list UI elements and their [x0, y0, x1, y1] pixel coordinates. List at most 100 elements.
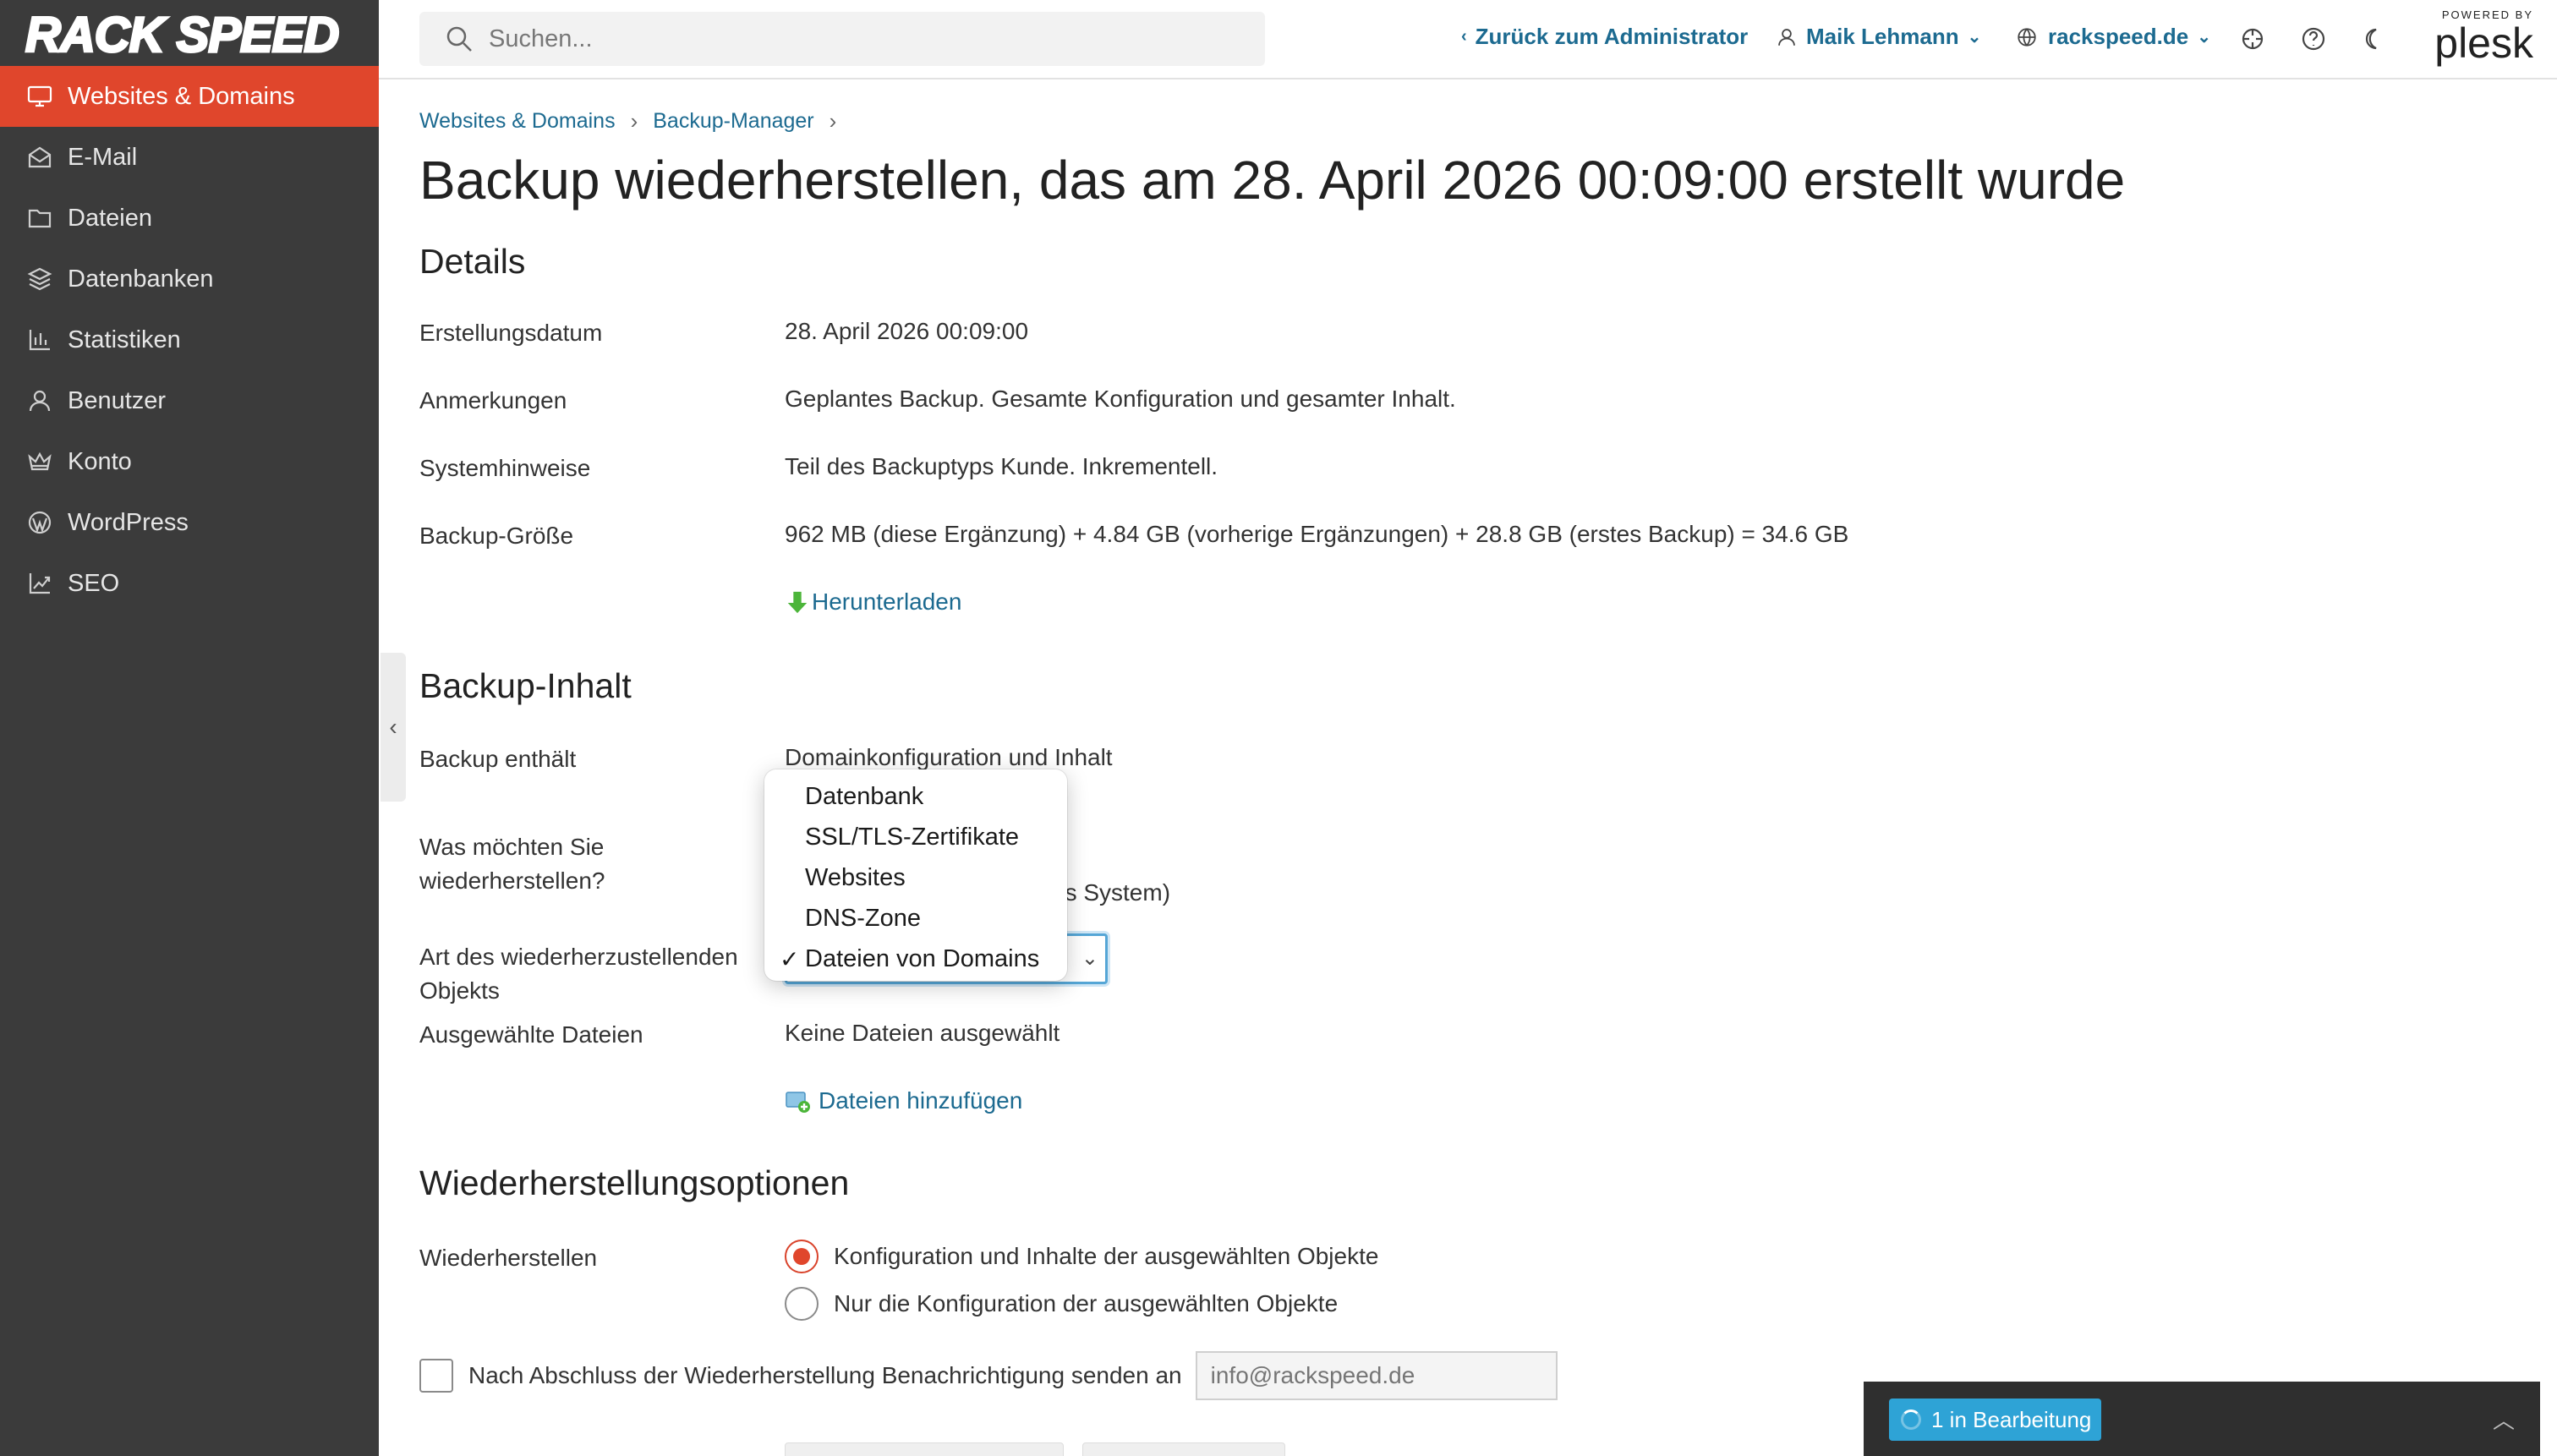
chevron-left-icon: ‹: [1461, 27, 1467, 46]
mail-icon: [25, 143, 54, 172]
folder-icon: [25, 204, 54, 233]
chevron-right-icon: ›: [829, 108, 837, 134]
options-section-title: Wiederherstellungsoptionen: [419, 1163, 850, 1202]
download-link[interactable]: Herunterladen: [785, 585, 961, 619]
seo-chart-icon: [25, 569, 54, 598]
sidebar-item-konto[interactable]: Konto: [0, 431, 379, 492]
sidebar-item-label: Dateien: [68, 204, 152, 232]
sidebar-item-dateien[interactable]: Dateien: [0, 188, 379, 249]
dropdown-option-websites[interactable]: Websites: [764, 857, 1067, 898]
sidebar-item-label: SEO: [68, 569, 120, 597]
breadcrumb-websites-domains[interactable]: Websites & Domains: [419, 109, 616, 134]
add-files-label: Dateien hinzufügen: [819, 1087, 1023, 1114]
spinner-icon: [1901, 1409, 1921, 1430]
dropdown-option-dns-zone[interactable]: DNS-Zone: [764, 898, 1067, 939]
restore-label: Wiederherstellen: [419, 1245, 598, 1271]
selected-files-value: Keine Dateien ausgewählt: [785, 1020, 1060, 1046]
chevron-right-icon: ›: [630, 108, 638, 134]
page-title: Backup wiederherstellen, das am 28. Apri…: [419, 150, 2126, 211]
dropdown-option-label: Datenbank: [805, 782, 924, 810]
details-section-title: Details: [419, 242, 526, 281]
tasks-in-progress-badge[interactable]: 1 in Bearbeitung: [1889, 1399, 2102, 1441]
object-type-dropdown: Datenbank SSL/TLS-Zertifikate Websites D…: [764, 769, 1067, 981]
dropdown-option-dateien-von-domains[interactable]: ✓ Dateien von Domains: [764, 939, 1067, 979]
chevron-down-icon: ⌄: [1081, 947, 1098, 970]
globe-icon: [2018, 27, 2036, 47]
sidebar-item-datenbanken[interactable]: Datenbanken: [0, 249, 379, 309]
radio-selected[interactable]: [785, 1240, 819, 1273]
restore-config-only-option[interactable]: Nur die Konfiguration der ausgewählten O…: [785, 1287, 1338, 1321]
sidebar-item-label: WordPress: [68, 508, 189, 536]
restore-what-label-line1: Was möchten Sie: [419, 834, 605, 860]
user-name: Maik Lehmann: [1806, 24, 1959, 49]
restore-button[interactable]: [785, 1442, 1064, 1456]
notes-value: Geplantes Backup. Gesamte Konfiguration …: [785, 386, 1456, 412]
logo-text: RACK SPEED: [24, 7, 340, 63]
created-value: 28. April 2026 00:09:00: [785, 318, 1029, 344]
sidebar-collapse-button[interactable]: ‹: [381, 653, 406, 802]
sidebar-item-label: E-Mail: [68, 143, 138, 171]
content-section-title: Backup-Inhalt: [419, 666, 632, 705]
sidebar-item-benutzer[interactable]: Benutzer: [0, 370, 379, 431]
domain-menu[interactable]: rackspeed.de ⌄: [2016, 24, 2220, 50]
dropdown-option-label: Websites: [805, 863, 906, 891]
radio-unselected[interactable]: [785, 1287, 819, 1321]
cancel-button[interactable]: [1082, 1442, 1285, 1456]
top-header: ‹ Zurück zum Administrator Maik Lehmann …: [379, 0, 2557, 79]
sidebar-item-label: Statistiken: [68, 326, 181, 353]
contains-label: Backup enthält: [419, 746, 577, 772]
search-bar[interactable]: [419, 12, 1265, 66]
wordpress-icon: [25, 508, 54, 537]
download-link-label: Herunterladen: [812, 588, 962, 615]
sidebar-item-label: Benutzer: [68, 386, 167, 414]
chevron-up-icon[interactable]: ︿: [2493, 1404, 2515, 1435]
checkmark-icon: ✓: [780, 946, 800, 972]
back-to-admin-link[interactable]: ‹ Zurück zum Administrator: [1453, 24, 1748, 50]
system-label: Systemhinweise: [419, 455, 591, 481]
back-to-admin-label: Zurück zum Administrator: [1475, 24, 1749, 49]
user-menu[interactable]: Maik Lehmann ⌄: [1776, 24, 1990, 50]
sidebar-item-statistiken[interactable]: Statistiken: [0, 309, 379, 370]
add-files-link[interactable]: Dateien hinzufügen: [785, 1084, 1022, 1118]
sidebar-item-email[interactable]: E-Mail: [0, 127, 379, 188]
restore-config-and-content-option[interactable]: Konfiguration und Inhalte der ausgewählt…: [785, 1240, 1378, 1273]
dropdown-option-datenbank[interactable]: Datenbank: [764, 776, 1067, 817]
sidebar: RACK SPEED Websites & Domains E-Mail Dat…: [0, 0, 379, 1456]
object-type-label-line2: Objekts: [419, 977, 500, 1004]
database-icon: [25, 265, 54, 293]
size-label: Backup-Größe: [419, 523, 574, 549]
created-label: Erstellungsdatum: [419, 320, 603, 346]
chevron-left-icon: ‹: [389, 714, 397, 740]
sidebar-item-websites-domains[interactable]: Websites & Domains: [0, 66, 379, 127]
monitor-icon: [25, 82, 54, 111]
notify-checkbox[interactable]: [419, 1359, 453, 1393]
dropdown-option-ssl-tls[interactable]: SSL/TLS-Zertifikate: [764, 817, 1067, 857]
chevron-down-icon: ⌄: [2197, 28, 2211, 47]
sidebar-item-label: Websites & Domains: [68, 82, 295, 110]
selected-files-label: Ausgewählte Dateien: [419, 1021, 643, 1048]
notify-row: Nach Abschluss der Wiederherstellung Ben…: [419, 1351, 1558, 1400]
breadcrumb-backup-manager[interactable]: Backup-Manager: [653, 109, 813, 134]
bar-chart-icon: [25, 326, 54, 354]
crown-icon: [25, 447, 54, 476]
sidebar-item-label: Konto: [68, 447, 132, 475]
extension-icon[interactable]: [2237, 24, 2268, 54]
search-input[interactable]: [489, 25, 1233, 53]
plesk-logo: POWERED BY plesk: [2423, 8, 2533, 69]
breadcrumb: Websites & Domains › Backup-Manager ›: [419, 108, 851, 134]
user-icon: [1778, 28, 1795, 46]
task-progress-bar: 1 in Bearbeitung ︿: [1864, 1382, 2540, 1456]
notify-label: Nach Abschluss der Wiederherstellung Ben…: [468, 1362, 1182, 1388]
tasks-in-progress-label: 1 in Bearbeitung: [1931, 1406, 2092, 1432]
notify-email-input[interactable]: [1195, 1351, 1558, 1400]
sidebar-item-label: Datenbanken: [68, 265, 214, 293]
object-type-label-line1: Art des wiederherzustellenden: [419, 944, 738, 970]
rackspeed-logo[interactable]: RACK SPEED: [24, 7, 353, 63]
dark-mode-icon[interactable]: [2357, 24, 2388, 54]
add-files-icon: [786, 1092, 810, 1113]
sidebar-nav: Websites & Domains E-Mail Dateien Datenb…: [0, 66, 379, 614]
help-icon[interactable]: [2298, 24, 2329, 54]
restore-what-partial-text: es System): [1052, 879, 1171, 906]
sidebar-item-seo[interactable]: SEO: [0, 553, 379, 614]
sidebar-item-wordpress[interactable]: WordPress: [0, 492, 379, 553]
